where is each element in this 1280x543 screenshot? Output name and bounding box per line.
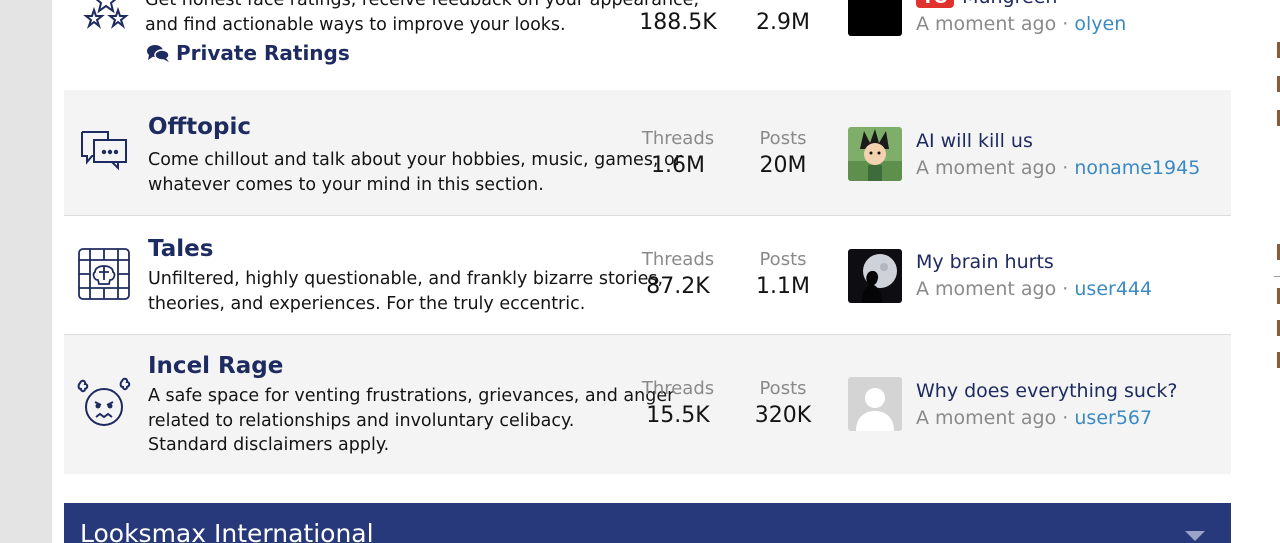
- forum-row-tales[interactable]: Tales Unfiltered, highly questionable, a…: [64, 216, 1231, 335]
- latest-meta: A moment ago · olyen: [916, 13, 1126, 35]
- threads-value: 15.5K: [646, 403, 710, 428]
- avatar[interactable]: [848, 127, 902, 181]
- chevron-down-icon[interactable]: [1185, 531, 1205, 541]
- threads-value: 87.2K: [646, 274, 710, 299]
- latest-thread-title: Mungreen: [962, 0, 1057, 8]
- forum-title-link[interactable]: Incel Rage: [148, 353, 283, 379]
- forum-description: Unfiltered, highly questionable, and fra…: [148, 269, 664, 314]
- forum-row-ratings[interactable]: Get honest face ratings, receive feedbac…: [64, 0, 1231, 91]
- right-sidebar-edge: [1264, 0, 1280, 543]
- latest-time: A moment ago: [916, 157, 1057, 179]
- threads-value: 1.6M: [651, 153, 705, 178]
- forum-description: A safe space for venting frustrations, g…: [148, 386, 675, 455]
- posts-value: 1.1M: [756, 274, 810, 299]
- stars-icon: [82, 0, 130, 36]
- latest-thread-link[interactable]: TO Mungreen: [916, 0, 1057, 8]
- comments-icon: [147, 45, 170, 62]
- meta-separator: ·: [1062, 278, 1069, 300]
- posts-label: Posts: [759, 378, 807, 399]
- forum-title-link[interactable]: Offtopic: [148, 114, 251, 140]
- latest-time: A moment ago: [916, 278, 1057, 300]
- posts-stat: Posts 20M: [728, 127, 838, 181]
- latest-user-link[interactable]: user444: [1074, 278, 1152, 300]
- latest-user-link[interactable]: olyen: [1074, 13, 1126, 35]
- latest-thread-link[interactable]: Why does everything suck?: [916, 380, 1178, 402]
- forum-row-offtopic[interactable]: Offtopic Come chillout and talk about yo…: [64, 90, 1231, 216]
- posts-label: Posts: [759, 128, 807, 149]
- avatar[interactable]: [848, 377, 902, 431]
- threads-stat: Threads 87.2K: [623, 248, 733, 302]
- latest-time: A moment ago: [916, 407, 1057, 429]
- threads-stat: Threads 15.5K: [623, 377, 733, 431]
- posts-stat: 2.9M: [728, 8, 838, 38]
- forum-title-link[interactable]: Tales: [148, 236, 213, 262]
- posts-value: 2.9M: [756, 10, 810, 35]
- forum-row-incel-rage[interactable]: Incel Rage A safe space for venting frus…: [64, 335, 1231, 474]
- latest-thread-link[interactable]: My brain hurts: [916, 251, 1054, 273]
- avatar[interactable]: [848, 249, 902, 303]
- posts-stat: Posts 320K: [728, 377, 838, 431]
- latest-user-link[interactable]: noname1945: [1074, 157, 1200, 179]
- threads-stat: 188.5K: [623, 8, 733, 38]
- posts-value: 20M: [759, 153, 807, 178]
- latest-user-link[interactable]: user567: [1074, 407, 1152, 429]
- meta-separator: ·: [1062, 407, 1069, 429]
- latest-thread-link[interactable]: AI will kill us: [916, 130, 1033, 152]
- status-badge: TO: [916, 0, 955, 8]
- section-header[interactable]: Looksmax International: [64, 503, 1231, 543]
- posts-stat: Posts 1.1M: [728, 248, 838, 302]
- meta-separator: ·: [1062, 13, 1069, 35]
- subforum-link-private-ratings[interactable]: Private Ratings: [146, 41, 350, 65]
- threads-stat: Threads 1.6M: [623, 127, 733, 181]
- latest-time: A moment ago: [916, 13, 1057, 35]
- section-header-title: Looksmax International: [80, 519, 374, 543]
- threads-label: Threads: [641, 378, 715, 399]
- posts-value: 320K: [754, 403, 812, 428]
- sidebar-edge-divider: [1274, 276, 1280, 277]
- latest-meta: A moment ago · user567: [916, 407, 1152, 429]
- threads-label: Threads: [641, 249, 715, 270]
- speech-bubbles-icon: [78, 126, 130, 178]
- threads-value: 188.5K: [639, 10, 717, 35]
- threads-label: Threads: [641, 128, 715, 149]
- angry-face-icon: [76, 375, 132, 431]
- forum-description: Get honest face ratings, receive feedbac…: [145, 0, 700, 35]
- latest-meta: A moment ago · noname1945: [916, 157, 1200, 179]
- avatar[interactable]: [848, 0, 902, 36]
- posts-label: Posts: [759, 249, 807, 270]
- subforum-label: Private Ratings: [176, 41, 350, 65]
- forum-description: Come chillout and talk about your hobbie…: [148, 150, 682, 195]
- brain-box-icon: [76, 246, 132, 302]
- latest-meta: A moment ago · user444: [916, 278, 1152, 300]
- meta-separator: ·: [1062, 157, 1069, 179]
